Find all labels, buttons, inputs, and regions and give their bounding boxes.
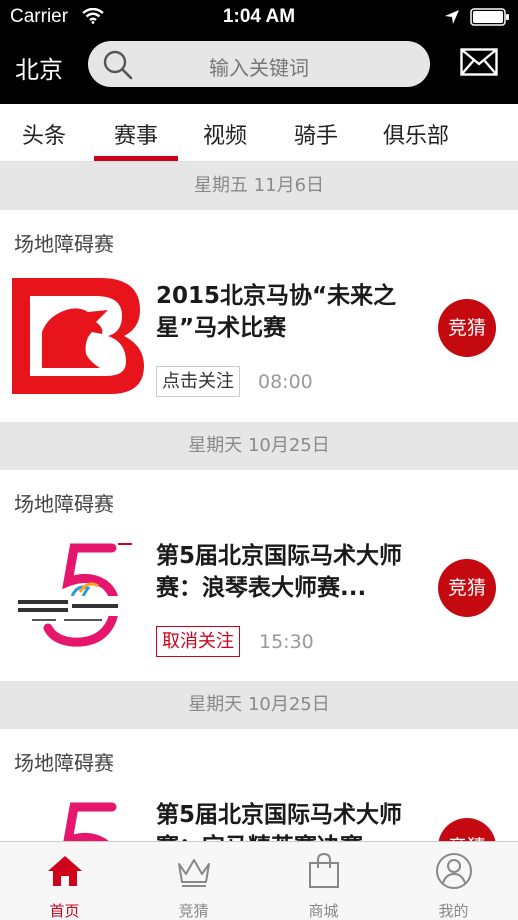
event-time: 08:00 (258, 371, 313, 393)
event-category: 场地障碍赛 (14, 232, 114, 256)
event-card[interactable]: 场地障碍赛 2015北京马协“未来之星”马术比赛 点击关注 08:00 竞猜 (0, 210, 518, 422)
tab-videos[interactable]: 视频 (203, 118, 247, 150)
user-icon (436, 853, 472, 889)
bet-button[interactable]: 竞猜 (438, 299, 496, 357)
tabbar-me-label: 我的 (438, 902, 469, 920)
event-title[interactable]: 2015北京马协“未来之星”马术比赛 (156, 280, 426, 346)
tabbar-guess[interactable]: 竞猜 (129, 842, 258, 920)
tabbar-home-label: 首页 (49, 902, 80, 920)
search-input[interactable]: 输入关键词 (88, 41, 430, 87)
crown-icon (178, 859, 210, 887)
mail-icon[interactable] (460, 48, 498, 76)
red-b-logo-icon (12, 276, 144, 396)
city-selector[interactable]: 北京 (15, 50, 63, 85)
date-header: 星期天 10月25日 (0, 422, 518, 470)
tabbar-home[interactable]: 首页 (0, 842, 129, 920)
app-header: 北京 输入关键词 (0, 34, 518, 104)
tabbar-mall-label: 商城 (308, 902, 339, 920)
tab-riders[interactable]: 骑手 (294, 118, 338, 150)
event-category: 场地障碍赛 (14, 751, 114, 775)
active-tab-indicator (94, 156, 178, 161)
location-arrow-icon (445, 10, 459, 24)
tabbar-mall[interactable]: 商城 (259, 842, 388, 920)
battery-icon (470, 8, 509, 26)
search-placeholder: 输入关键词 (209, 56, 309, 80)
shopping-bag-icon (309, 852, 339, 888)
status-time: 1:04 AM (222, 6, 296, 27)
bet-button[interactable]: 竞猜 (438, 559, 496, 617)
unfollow-button[interactable]: 取消关注 (156, 626, 240, 657)
home-icon (48, 856, 82, 886)
tab-events[interactable]: 赛事 (114, 118, 158, 150)
tab-headlines[interactable]: 头条 (22, 118, 66, 150)
tabbar-guess-label: 竞猜 (178, 902, 209, 920)
event-category: 场地障碍赛 (14, 492, 114, 516)
category-tabs: 头条 赛事 视频 骑手 俱乐部 (0, 104, 518, 162)
bottom-tab-bar: 首页 竞猜 商城 我的 (0, 841, 518, 920)
event-title[interactable]: 第5届北京国际马术大师赛：浪琴表大师赛... (156, 540, 426, 606)
tab-clubs[interactable]: 俱乐部 (383, 118, 449, 150)
event-time: 15:30 (259, 631, 314, 653)
longines-masters-5th-logo-icon (12, 536, 144, 656)
date-header: 星期天 10月25日 (0, 681, 518, 729)
follow-button[interactable]: 点击关注 (156, 366, 240, 397)
date-header: 星期五 11月6日 (0, 162, 518, 210)
tabbar-me[interactable]: 我的 (389, 842, 518, 920)
status-bar: Carrier 1:04 AM (0, 0, 518, 34)
event-card[interactable]: 场地障碍赛 第5届北京国际马术大师赛：浪琴表大师赛... 取消关注 15:30 … (0, 470, 518, 682)
